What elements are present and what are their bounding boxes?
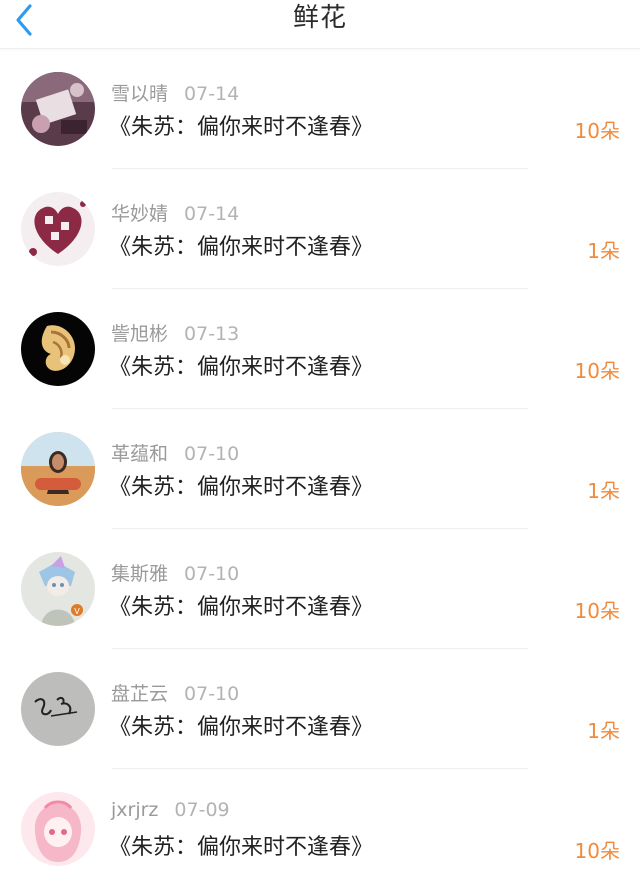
flower-list: 雪以晴 07-14 《朱苏：偏你来时不逢春》 10朵 华妙婧 07-14 《朱苏：偏…: [0, 49, 640, 889]
avatar[interactable]: V: [21, 552, 95, 626]
avatar[interactable]: [21, 312, 95, 386]
send-date: 07-10: [184, 683, 240, 705]
avatar[interactable]: [21, 792, 95, 866]
book-title[interactable]: 《朱苏：偏你来时不逢春》: [109, 709, 373, 741]
sender-name[interactable]: 华妙婧: [111, 203, 168, 225]
nav-bar: 鲜花: [0, 0, 640, 49]
svg-text:V: V: [74, 607, 80, 616]
send-date: 07-09: [174, 799, 230, 821]
page-title: 鲜花: [292, 3, 347, 33]
send-date: 07-14: [184, 203, 240, 225]
sender-name[interactable]: 革蕴和: [111, 443, 168, 465]
flower-count: 1朵: [587, 479, 620, 503]
flower-count: 1朵: [587, 239, 620, 263]
book-title[interactable]: 《朱苏：偏你来时不逢春》: [109, 349, 373, 381]
list-item[interactable]: 雪以晴 07-14 《朱苏：偏你来时不逢春》 10朵: [0, 49, 640, 169]
list-item[interactable]: 革蕴和 07-10 《朱苏：偏你来时不逢春》 1朵: [0, 409, 640, 529]
flower-count: 10朵: [574, 839, 620, 863]
book-title[interactable]: 《朱苏：偏你来时不逢春》: [109, 229, 373, 261]
sender-name[interactable]: 盘芷云: [111, 683, 168, 705]
book-title[interactable]: 《朱苏：偏你来时不逢春》: [109, 469, 373, 501]
sender-meta: jxrjrz 07-09: [111, 799, 230, 821]
flower-count: 10朵: [574, 599, 620, 623]
list-item[interactable]: jxrjrz 07-09 《朱苏：偏你来时不逢春》 10朵: [0, 769, 640, 889]
flower-count: 10朵: [574, 119, 620, 143]
sender-meta: 集斯雅 07-10: [111, 559, 239, 586]
avatar[interactable]: [21, 672, 95, 746]
avatar[interactable]: [21, 432, 95, 506]
sender-meta: 訾旭彬 07-13: [111, 319, 239, 346]
send-date: 07-10: [184, 563, 240, 585]
sender-meta: 华妙婧 07-14: [111, 199, 239, 226]
list-item[interactable]: 盘芷云 07-10 《朱苏：偏你来时不逢春》 1朵: [0, 649, 640, 769]
send-date: 07-14: [184, 83, 240, 105]
flower-count: 1朵: [587, 719, 620, 743]
sender-meta: 雪以晴 07-14: [111, 79, 239, 106]
send-date: 07-13: [184, 323, 240, 345]
sender-name[interactable]: 訾旭彬: [111, 323, 168, 345]
avatar[interactable]: [21, 192, 95, 266]
book-title[interactable]: 《朱苏：偏你来时不逢春》: [109, 589, 373, 621]
list-item[interactable]: V 集斯雅 07-10 《朱苏：偏你来时不逢春》 10朵: [0, 529, 640, 649]
book-title[interactable]: 《朱苏：偏你来时不逢春》: [109, 109, 373, 141]
book-title[interactable]: 《朱苏：偏你来时不逢春》: [109, 829, 373, 861]
sender-name[interactable]: jxrjrz: [111, 799, 158, 821]
sender-meta: 革蕴和 07-10: [111, 439, 239, 466]
list-item[interactable]: 华妙婧 07-14 《朱苏：偏你来时不逢春》 1朵: [0, 169, 640, 289]
flower-count: 10朵: [574, 359, 620, 383]
send-date: 07-10: [184, 443, 240, 465]
sender-meta: 盘芷云 07-10: [111, 679, 239, 706]
sender-name[interactable]: 集斯雅: [111, 563, 168, 585]
avatar[interactable]: [21, 72, 95, 146]
sender-name[interactable]: 雪以晴: [111, 83, 168, 105]
list-item[interactable]: 訾旭彬 07-13 《朱苏：偏你来时不逢春》 10朵: [0, 289, 640, 409]
